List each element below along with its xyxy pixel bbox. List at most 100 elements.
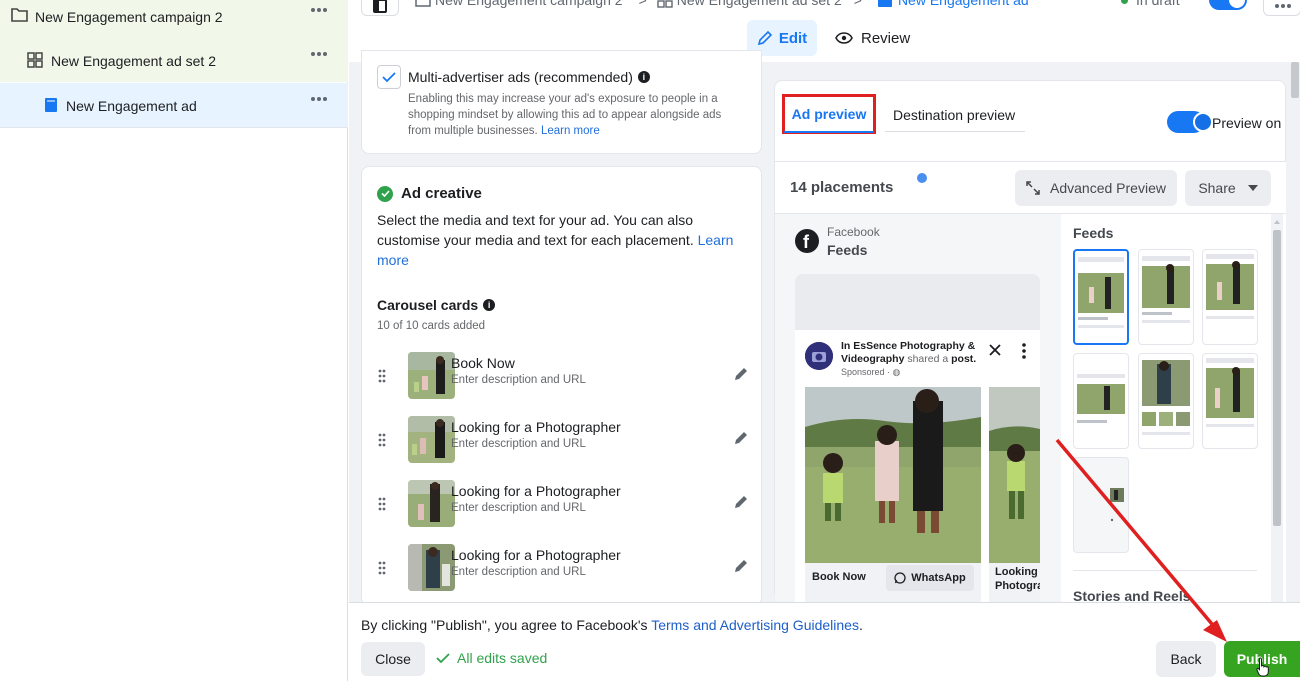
advanced-preview-label: Advanced Preview: [1050, 180, 1166, 196]
breadcrumb-ad[interactable]: New Engagement ad: [898, 0, 1029, 8]
close-icon[interactable]: [989, 344, 1001, 356]
card-title: Book Now: [451, 355, 515, 371]
editor-area: New Engagement campaign 2 > New Engageme…: [349, 0, 1300, 681]
section-divider: [1073, 570, 1257, 571]
placement-thumbnail[interactable]: [1202, 249, 1258, 345]
save-status: All edits saved: [436, 650, 547, 666]
ad-toggle[interactable]: [1209, 0, 1247, 10]
edit-card-icon[interactable]: [733, 366, 749, 382]
carousel-card-row[interactable]: Looking for a Photographer Enter descrip…: [362, 415, 763, 465]
placement-thumbnail[interactable]: [1073, 457, 1129, 553]
edit-card-icon[interactable]: [733, 494, 749, 510]
scrollbar-thumb[interactable]: [1273, 230, 1281, 526]
advanced-preview-button[interactable]: Advanced Preview: [1015, 170, 1177, 206]
sidebar-item-label: New Engagement campaign 2: [35, 9, 223, 25]
sidebar-item-adset[interactable]: New Engagement ad set 2: [0, 38, 348, 82]
share-label: Share: [1198, 180, 1236, 196]
drag-handle-icon[interactable]: [378, 497, 386, 511]
more-options-icon[interactable]: [310, 51, 328, 57]
chevron-right-icon: >: [853, 0, 862, 8]
post-action: shared a: [907, 353, 949, 365]
card-subtitle: Enter description and URL: [451, 502, 586, 514]
hand-cursor-icon: [1256, 657, 1269, 677]
placement-thumbnail[interactable]: [1073, 353, 1129, 449]
carousel-card-footer: Book Now WhatsApp: [805, 563, 981, 604]
draft-status: In draft: [1121, 0, 1180, 8]
learn-more-link[interactable]: Learn more: [541, 125, 600, 137]
placements-panel: Feeds Stories and Reels: [1061, 214, 1286, 604]
check-circle-icon: [377, 185, 393, 202]
more-vertical-icon[interactable]: [1022, 343, 1026, 359]
tab-ad-preview[interactable]: Ad preview: [782, 94, 876, 134]
drag-handle-icon[interactable]: [378, 369, 386, 383]
card-thumbnail: [408, 544, 455, 591]
back-button[interactable]: Back: [1156, 641, 1216, 677]
review-tab[interactable]: Review: [835, 20, 910, 56]
carousel-card-footer: Looking for a Photographer: [989, 563, 1040, 604]
toggle-knob: [1229, 0, 1245, 8]
card-thumbnail: [408, 480, 455, 527]
review-label: Review: [861, 29, 911, 47]
terms-link[interactable]: Terms and Advertising Guidelines: [651, 617, 859, 633]
card-subtitle: Enter description and URL: [451, 374, 586, 386]
carousel-card-title: Looking for a Photographer: [995, 566, 1040, 592]
phone-mockup: In EsSence Photography & Videography sha…: [795, 274, 1040, 604]
more-options-icon[interactable]: [310, 96, 328, 102]
globe-icon: ◍: [892, 367, 901, 377]
sidebar-item-campaign[interactable]: New Engagement campaign 2: [0, 0, 348, 38]
share-button[interactable]: Share: [1185, 170, 1271, 206]
multi-advertiser-checkbox[interactable]: [377, 65, 401, 89]
fb-post: In EsSence Photography & Videography sha…: [795, 330, 1040, 604]
drag-handle-icon[interactable]: [378, 561, 386, 575]
ad-icon: [877, 0, 892, 7]
card-title: Looking for a Photographer: [451, 483, 621, 499]
card-subtitle: Enter description and URL: [451, 438, 586, 450]
placement-thumbnail[interactable]: [1138, 249, 1194, 345]
info-icon[interactable]: i: [483, 299, 496, 311]
saved-label: All edits saved: [457, 650, 548, 666]
info-icon[interactable]: i: [637, 71, 650, 83]
whatsapp-button[interactable]: WhatsApp: [886, 565, 974, 591]
drag-handle-icon[interactable]: [378, 433, 386, 447]
footer-bar: By clicking "Publish", you agree to Face…: [349, 602, 1300, 681]
carousel-image-2[interactable]: [989, 387, 1040, 563]
placement-thumbnail[interactable]: [1073, 249, 1129, 345]
scrollbar-track[interactable]: [1271, 214, 1283, 602]
card-title: Looking for a Photographer: [451, 547, 621, 563]
toggle-knob: [1193, 112, 1213, 132]
carousel-count: 10 of 10 cards added: [377, 320, 486, 332]
close-label: Close: [375, 651, 411, 667]
edit-card-icon[interactable]: [733, 430, 749, 446]
close-button[interactable]: Close: [361, 642, 425, 676]
tab-destination-preview[interactable]: Destination preview: [893, 107, 1015, 123]
carousel-header: Carousel cards i: [377, 297, 496, 313]
carousel-title: Carousel cards: [377, 297, 479, 313]
placement-thumbnail[interactable]: [1202, 353, 1258, 449]
feeds-section-title: Feeds: [1073, 225, 1114, 241]
preview-toggle-label: Preview on: [1212, 115, 1282, 131]
sponsored-row: Sponsored · ◍: [841, 367, 900, 378]
placements-bar: 14 placements Advanced Preview Share: [775, 162, 1286, 214]
whatsapp-icon: [894, 572, 906, 584]
terms-notice: By clicking "Publish", you agree to Face…: [361, 617, 863, 633]
edit-label: Edit: [778, 29, 808, 47]
sidebar-item-ad[interactable]: New Engagement ad: [0, 83, 348, 127]
preview-panel: Ad preview Destination preview Preview o…: [774, 80, 1286, 604]
carousel-image-1[interactable]: [805, 387, 981, 563]
edit-card-icon[interactable]: [733, 558, 749, 574]
ad-icon: [44, 98, 58, 112]
page-scrollbar-thumb[interactable]: [1291, 62, 1299, 98]
more-options-icon[interactable]: [310, 7, 328, 13]
carousel-card-row[interactable]: Looking for a Photographer Enter descrip…: [362, 543, 763, 593]
scroll-up-icon[interactable]: [1271, 218, 1283, 226]
page-scrollbar[interactable]: [1290, 62, 1300, 602]
breadcrumb-adset[interactable]: New Engagement ad set 2: [677, 0, 842, 8]
sidebar-toggle-button[interactable]: [361, 0, 399, 16]
carousel-card-row[interactable]: Book Now Enter description and URL: [362, 351, 763, 401]
carousel-card-row[interactable]: Looking for a Photographer Enter descrip…: [362, 479, 763, 529]
multi-advertiser-card: Multi-advertiser ads (recommended) i Ena…: [361, 50, 762, 154]
pencil-icon: [757, 30, 772, 46]
more-actions-button[interactable]: [1263, 0, 1300, 16]
breadcrumb-campaign[interactable]: New Engagement campaign 2: [435, 0, 623, 8]
placement-thumbnail[interactable]: [1138, 353, 1194, 449]
